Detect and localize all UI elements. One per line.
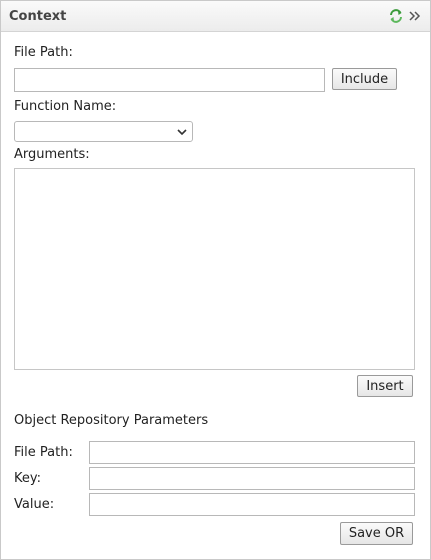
double-chevron-right-icon[interactable] <box>406 7 424 25</box>
function-name-label: Function Name: <box>14 99 117 114</box>
insert-button[interactable]: Insert <box>357 375 413 397</box>
refresh-icon[interactable] <box>387 7 405 25</box>
chevron-down-icon <box>175 125 189 139</box>
file-path-label: File Path: <box>14 45 73 60</box>
function-name-select[interactable] <box>14 121 193 142</box>
save-or-button[interactable]: Save OR <box>340 522 413 545</box>
panel-header: Context <box>1 1 430 32</box>
or-key-input[interactable] <box>89 467 415 490</box>
or-key-label: Key: <box>14 471 42 486</box>
arguments-label: Arguments: <box>14 147 90 162</box>
object-repository-heading: Object Repository Parameters <box>14 413 209 428</box>
or-value-input[interactable] <box>89 493 415 516</box>
arguments-textarea[interactable] <box>14 168 415 370</box>
file-path-input[interactable] <box>14 68 325 92</box>
panel-title: Context <box>9 9 67 24</box>
or-file-path-label: File Path: <box>14 445 73 460</box>
context-panel: Context File Path: Include Function Name… <box>0 0 431 560</box>
or-file-path-input[interactable] <box>89 441 415 464</box>
or-value-label: Value: <box>14 497 55 512</box>
include-button[interactable]: Include <box>332 68 397 90</box>
